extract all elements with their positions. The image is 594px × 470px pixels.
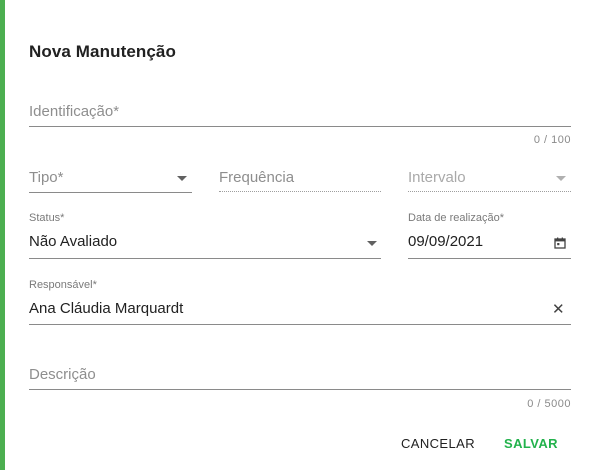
- dialog-accent-bar: [0, 0, 5, 470]
- descricao-field[interactable]: Descrição 0 / 5000: [29, 364, 571, 412]
- cancel-button[interactable]: CANCELAR: [401, 436, 475, 451]
- identificacao-placeholder: Identificação*: [29, 103, 120, 120]
- frequencia-field[interactable]: Frequência: [219, 167, 381, 195]
- chevron-down-icon: [367, 241, 377, 246]
- intervalo-select[interactable]: Intervalo: [408, 167, 571, 195]
- intervalo-underline: [408, 191, 571, 192]
- status-label: Status*: [29, 212, 65, 224]
- descricao-underline: [29, 389, 571, 390]
- chevron-down-icon: [177, 176, 187, 181]
- chevron-down-icon: [556, 176, 566, 181]
- data-realizacao-field[interactable]: Data de realização* 09/09/2021: [408, 212, 571, 260]
- responsavel-label: Responsável*: [29, 279, 97, 291]
- identificacao-underline: [29, 126, 571, 127]
- status-value: Não Avaliado: [29, 233, 118, 250]
- frequencia-underline: [219, 191, 381, 192]
- calendar-icon[interactable]: [554, 237, 566, 249]
- identificacao-counter: 0 / 100: [533, 134, 571, 146]
- data-realizacao-label: Data de realização*: [408, 212, 505, 224]
- descricao-counter: 0 / 5000: [527, 398, 571, 410]
- responsavel-value: Ana Cláudia Marquardt: [29, 300, 184, 317]
- close-icon[interactable]: ✕: [552, 302, 565, 317]
- tipo-underline: [29, 192, 192, 193]
- intervalo-placeholder: Intervalo: [408, 169, 466, 186]
- tipo-select[interactable]: Tipo*: [29, 167, 192, 195]
- identificacao-field[interactable]: Identificação* 0 / 100: [29, 100, 571, 152]
- descricao-placeholder: Descrição: [29, 366, 96, 383]
- frequencia-placeholder: Frequência: [219, 169, 295, 186]
- data-realizacao-value: 09/09/2021: [408, 233, 484, 250]
- status-underline: [29, 258, 381, 259]
- data-realizacao-underline: [408, 258, 571, 259]
- save-button[interactable]: SALVAR: [504, 436, 558, 451]
- status-select[interactable]: Status* Não Avaliado: [29, 212, 381, 260]
- dialog-title: Nova Manutenção: [29, 42, 176, 61]
- tipo-placeholder: Tipo*: [29, 169, 64, 186]
- responsavel-underline: [29, 324, 571, 325]
- responsavel-field[interactable]: Responsável* Ana Cláudia Marquardt ✕: [29, 279, 571, 327]
